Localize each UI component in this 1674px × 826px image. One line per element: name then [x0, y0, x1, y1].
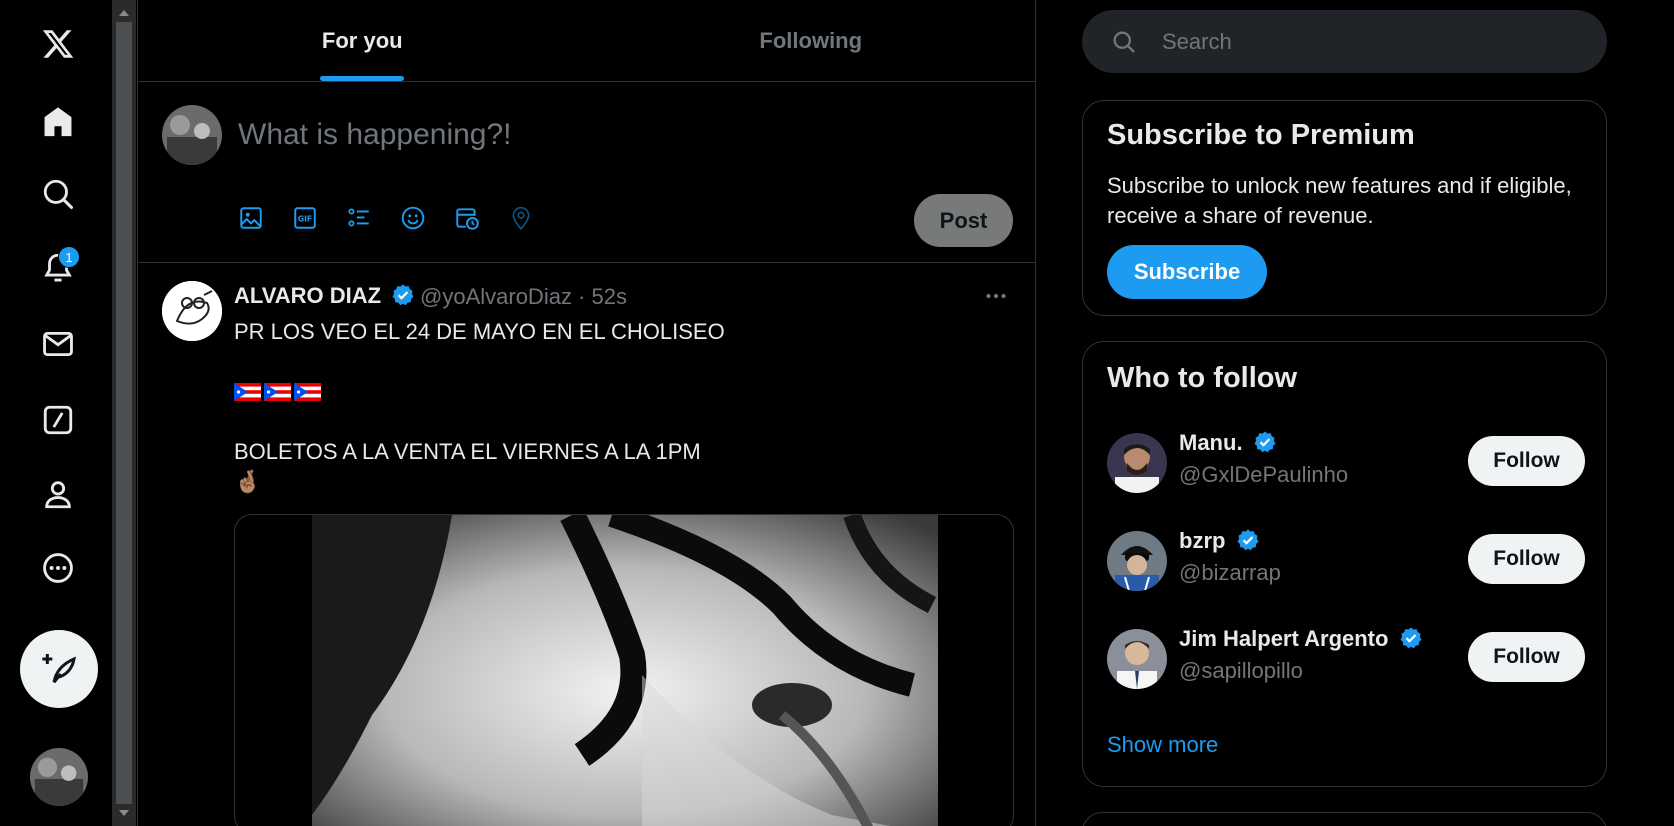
puerto-rico-flags [234, 377, 725, 407]
search-icon[interactable] [30, 166, 86, 222]
notification-badge: 1 [58, 246, 80, 268]
who-to-follow-card: Who to follow Manu. @GxlDePaulinho Follo… [1082, 341, 1607, 787]
suggestion-name-text: Jim Halpert Argento [1179, 626, 1389, 651]
active-tab-indicator [320, 76, 405, 81]
home-icon[interactable] [30, 94, 86, 150]
tab-for-you[interactable]: For you [138, 0, 587, 81]
tweet-line: PR LOS VEO EL 24 DE MAYO EN EL CHOLISEO [234, 319, 725, 344]
follow-button[interactable]: Follow [1468, 632, 1585, 682]
location-icon[interactable] [503, 200, 539, 236]
tweet-media[interactable] [234, 514, 1014, 826]
tweet[interactable]: ALVARO DIAZ @yoAlvaroDiaz · 52s PR LOS V… [138, 263, 1035, 826]
image-icon[interactable] [233, 200, 269, 236]
timeline: For you Following What is happening?! GI… [137, 0, 1036, 826]
more-options-icon[interactable] [981, 281, 1011, 311]
suggestion-name: bzrp [1179, 528, 1260, 554]
gif-icon[interactable]: GIF [287, 200, 323, 236]
follow-suggestion[interactable]: Manu. @GxlDePaulinho Follow [1107, 430, 1585, 500]
profile-icon[interactable] [30, 466, 86, 522]
suggestion-name-text: bzrp [1179, 528, 1226, 553]
premium-text: Subscribe to unlock new features and if … [1107, 173, 1572, 228]
timeline-tabs: For you Following [138, 0, 1035, 82]
schedule-icon[interactable] [449, 200, 485, 236]
suggestion-name-text: Manu. [1179, 430, 1243, 455]
bell-icon[interactable]: 1 [30, 240, 86, 296]
suggestion-name: Manu. [1179, 430, 1277, 456]
left-nav: 1 [0, 0, 112, 826]
mail-icon[interactable] [30, 316, 86, 372]
composer-avatar [162, 105, 222, 165]
suggestion-avatar[interactable] [1107, 531, 1167, 591]
tweet-author-avatar[interactable] [162, 281, 222, 341]
next-sidebar-card [1082, 812, 1607, 826]
emoji-icon[interactable] [395, 200, 431, 236]
tweet-line: BOLETOS A LA VENTA EL VIERNES A LA 1PM [234, 439, 701, 464]
show-more-link[interactable]: Show more [1107, 732, 1218, 758]
poll-icon[interactable] [341, 200, 377, 236]
tweet-text: PR LOS VEO EL 24 DE MAYO EN EL CHOLISEO … [234, 317, 725, 497]
grok-icon[interactable] [30, 392, 86, 448]
premium-title: Subscribe to Premium [1107, 119, 1415, 151]
puerto-rico-flag-icon [264, 383, 291, 401]
premium-card: Subscribe to Premium Subscribe to unlock… [1082, 100, 1607, 316]
crossed-fingers-emoji: 🤞🏽 [234, 469, 262, 494]
who-to-follow-title: Who to follow [1107, 362, 1298, 394]
tweet-handle-time[interactable]: @yoAlvaroDiaz · 52s [420, 284, 627, 310]
search-input[interactable]: Search [1162, 29, 1232, 55]
search-icon [1113, 31, 1135, 52]
tab-label: Following [759, 27, 863, 53]
post-button[interactable]: Post [914, 194, 1013, 247]
svg-text:GIF: GIF [298, 214, 312, 223]
page-scrollbar[interactable] [112, 0, 136, 826]
account-avatar[interactable] [30, 748, 88, 806]
post-composer: What is happening?! [138, 82, 1035, 263]
verified-badge-icon [1254, 431, 1276, 453]
follow-suggestion[interactable]: bzrp @bizarrap Follow [1107, 528, 1585, 598]
tweet-author-name[interactable]: ALVARO DIAZ [234, 283, 415, 309]
scroll-down-arrow[interactable] [119, 810, 129, 816]
suggestion-handle: @bizarrap [1179, 560, 1281, 585]
tab-label: For you [321, 27, 403, 53]
suggestion-name: Jim Halpert Argento [1179, 626, 1423, 652]
suggestion-avatar[interactable] [1107, 629, 1167, 689]
tweet-photo [312, 515, 938, 826]
composer-input[interactable]: What is happening?! [238, 118, 512, 152]
suggestion-avatar[interactable] [1107, 433, 1167, 493]
suggestion-handle: @GxlDePaulinho [1179, 462, 1349, 487]
more-circle-icon[interactable] [30, 540, 86, 596]
x-logo-icon[interactable] [30, 16, 86, 72]
follow-button[interactable]: Follow [1468, 534, 1585, 584]
compose-post-button[interactable] [20, 630, 98, 708]
follow-button[interactable]: Follow [1468, 436, 1585, 486]
verified-badge-icon [392, 284, 414, 306]
search-bar[interactable]: Search [1082, 10, 1607, 73]
follow-suggestion[interactable]: Jim Halpert Argento @sapillopillo Follow [1107, 626, 1585, 696]
scroll-up-arrow[interactable] [119, 10, 129, 16]
puerto-rico-flag-icon [294, 383, 321, 401]
verified-badge-icon [1237, 529, 1259, 551]
author-name-text: ALVARO DIAZ [234, 283, 382, 308]
scroll-thumb[interactable] [116, 22, 132, 804]
feather-plus-icon [42, 654, 76, 684]
verified-badge-icon [1400, 627, 1422, 649]
suggestion-handle: @sapillopillo [1179, 658, 1303, 683]
puerto-rico-flag-icon [234, 383, 261, 401]
subscribe-button[interactable]: Subscribe [1107, 245, 1267, 299]
tab-following[interactable]: Following [587, 0, 1036, 81]
